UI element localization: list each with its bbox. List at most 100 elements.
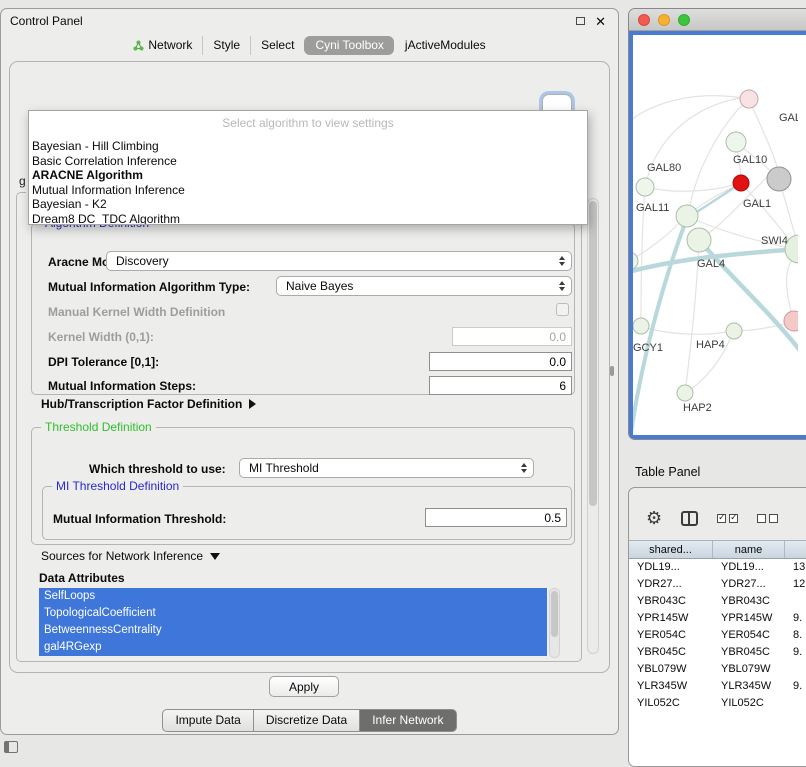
dock-panel-icon[interactable] [4,741,18,753]
network-node[interactable] [767,167,791,191]
apply-button[interactable]: Apply [269,676,339,697]
mi-steps-field[interactable] [429,376,572,395]
sources-label: Sources for Network Inference [41,549,203,563]
select-all-checkboxes-icon[interactable] [717,514,738,523]
network-canvas[interactable]: GALGAL80GAL10GAL11GAL1SWI4GAL4GCY1HAP4HA… [633,35,806,435]
tab-cyni-toolbox[interactable]: Cyni Toolbox [304,36,393,55]
network-node[interactable] [636,178,654,196]
close-window-icon[interactable]: ✕ [595,15,606,28]
tab-network[interactable]: Network [123,36,202,55]
bottom-tab-infer-network[interactable]: Infer Network [360,709,456,732]
network-node[interactable] [687,228,711,252]
aracne-mode-combobox[interactable]: Discovery [106,251,572,271]
bottom-tab-discretize-data[interactable]: Discretize Data [254,709,360,732]
manual-kernel-width-checkbox[interactable] [556,303,569,316]
column-header-name[interactable]: name [713,541,785,558]
dropdown-item-aracne-algorithm[interactable]: ARACNE Algorithm [29,168,587,183]
network-node[interactable] [677,385,693,401]
which-threshold-label: Which threshold to use: [89,462,226,476]
sources-expander[interactable]: Sources for Network Inference [41,549,220,563]
table-cell: YBR043C [629,593,713,610]
bottom-tab-impute-data[interactable]: Impute Data [162,709,253,732]
node-label: GAL80 [647,162,681,174]
network-node[interactable] [676,205,698,227]
table-body: YDL19...YDL19...13YDR27...YDR27...12YBR0… [629,559,806,766]
table-cell: YBR043C [713,593,785,610]
table-cell: YIL052C [629,695,713,712]
mi-algorithm-type-value: Naive Bayes [286,279,353,293]
table-cell [785,661,806,678]
float-window-icon[interactable] [576,17,585,25]
mi-steps-label: Mutual Information Steps: [48,379,196,393]
settings-scrollbar[interactable] [587,198,599,654]
network-node[interactable] [784,311,798,331]
tab-jactivemodules[interactable]: jActiveModules [394,36,496,55]
dpi-tolerance-field[interactable] [429,352,572,371]
scrollbar-thumb[interactable] [551,591,558,637]
network-node[interactable] [740,90,758,108]
table-row[interactable]: YBR045CYBR045C9. [629,644,806,661]
hub-definition-expander[interactable]: Hub/Transcription Factor Definition [41,397,256,411]
dropdown-item-bayesian-k2[interactable]: Bayesian - K2 [29,197,587,212]
tab-style[interactable]: Style [202,36,250,55]
bottom-tabbar: Impute DataDiscretize DataInfer Network [1,709,618,732]
network-edge [633,224,678,261]
node-label: GCY1 [633,342,663,354]
kernel-width-field[interactable] [452,327,572,346]
table-row[interactable]: YDL19...YDL19...13 [629,559,806,576]
table-row[interactable]: YIL052CYIL052C [629,695,806,712]
mi-threshold-field[interactable] [425,508,567,527]
control-panel-window: Control Panel ✕ NetworkStyleSelectCyni T… [0,8,619,735]
tab-select[interactable]: Select [250,36,304,55]
dropdown-item-basic-correlation-inference[interactable]: Basic Correlation Inference [29,154,587,169]
network-node[interactable] [726,323,742,339]
column-header-shared[interactable]: shared... [629,541,713,558]
attribute-item-gal4rgexp[interactable]: gal4RGexp [39,639,547,656]
attribute-item-topologicalcoefficient[interactable]: TopologicalCoefficient [39,605,547,622]
minimize-window-icon[interactable] [658,14,670,26]
combo-arrows-icon [521,463,527,473]
table-row[interactable]: YBR043CYBR043C [629,593,806,610]
table-row[interactable]: YPR145WYPR145W9. [629,610,806,627]
zoom-window-icon[interactable] [678,14,690,26]
column-browser-icon[interactable] [681,511,698,526]
combo-arrows-icon [559,281,565,291]
tab-label: Style [213,38,240,52]
table-cell: YIL052C [713,695,785,712]
close-window-icon[interactable] [638,14,650,26]
network-edge [645,185,733,191]
table-cell: YPR145W [713,610,785,627]
table-cell: YER054C [713,627,785,644]
attribute-item-selfloops[interactable]: SelfLoops [39,588,547,605]
network-node[interactable] [726,132,746,152]
network-node[interactable] [633,252,638,270]
threshold-definition-title: Threshold Definition [41,420,156,435]
column-header-extra[interactable] [785,541,806,558]
network-graph[interactable]: GALGAL80GAL10GAL11GAL1SWI4GAL4GCY1HAP4HA… [633,35,798,435]
dropdown-item-dream8-dc-tdc-algorithm[interactable]: Dream8 DC_TDC Algorithm [29,212,587,226]
splitter-grip[interactable] [610,366,614,376]
tab-label: Cyni Toolbox [315,38,383,52]
scrollbar-thumb[interactable] [589,201,597,506]
dropdown-item-mutual-information-inference[interactable]: Mutual Information Inference [29,183,587,198]
table-row[interactable]: YBL079WYBL079W [629,661,806,678]
attributes-list-scrollbar[interactable] [549,588,560,658]
network-node[interactable] [633,318,649,334]
settings-gear-icon[interactable]: ⚙ [646,509,662,527]
node-label: GAL11 [636,202,669,214]
which-threshold-value: MI Threshold [249,461,319,475]
mi-algorithm-type-combobox[interactable]: Naive Bayes [276,276,572,296]
deselect-all-checkboxes-icon[interactable] [757,514,778,523]
which-threshold-combobox[interactable]: MI Threshold [239,458,534,478]
table-row[interactable]: YER054CYER054C8. [629,627,806,644]
tab-label: Network [148,38,192,52]
table-panel-title: Table Panel [635,465,700,479]
network-node[interactable] [733,175,749,191]
table-row[interactable]: YLR345WYLR345W9. [629,678,806,695]
combo-arrows-icon [559,256,565,266]
table-cell: YBL079W [713,661,785,678]
attribute-item-betweennesscentrality[interactable]: BetweennessCentrality [39,622,547,639]
dropdown-item-bayesian-hill-climbing[interactable]: Bayesian - Hill Climbing [29,139,587,154]
table-row[interactable]: YDR27...YDR27...12 [629,576,806,593]
dropdown-items: Bayesian - Hill ClimbingBasic Correlatio… [29,139,587,225]
